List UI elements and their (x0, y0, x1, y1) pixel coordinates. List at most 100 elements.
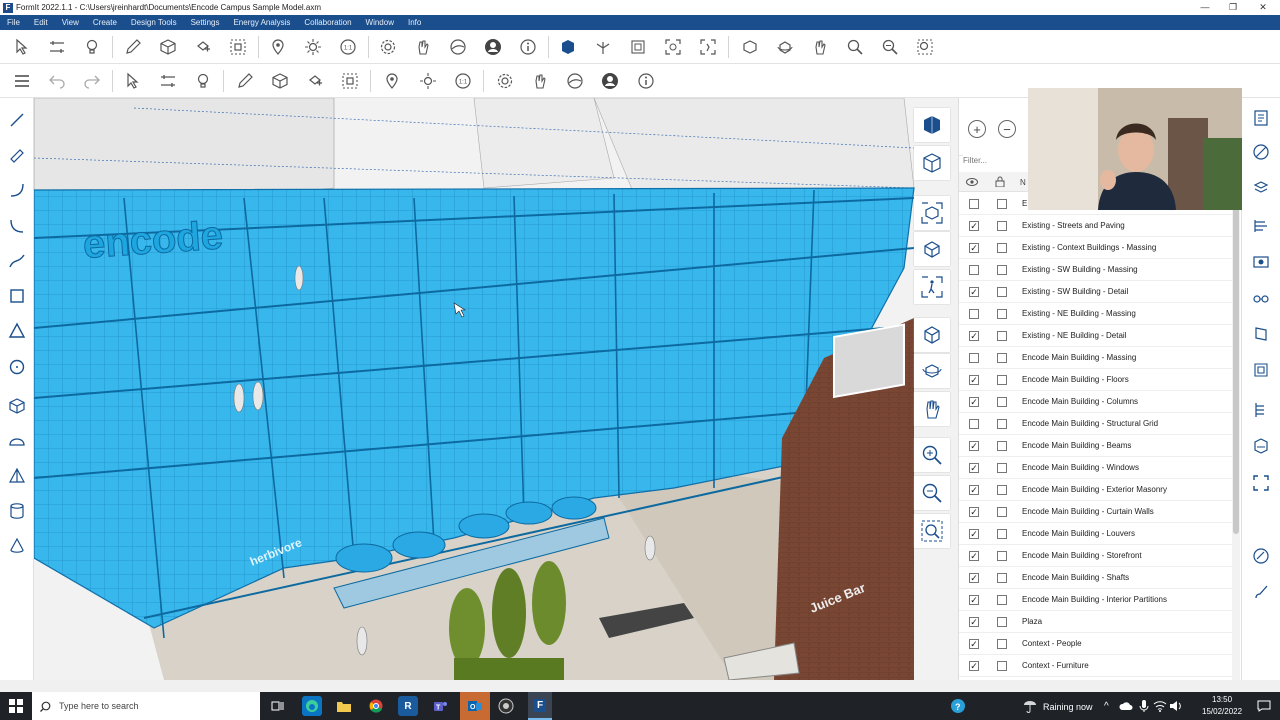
analysis-panel-icon[interactable] (1251, 436, 1271, 456)
scale-icon[interactable]: 1:1 (453, 72, 473, 90)
layer-row[interactable]: ✓ Existing - Streets and Paving (959, 215, 1232, 237)
spline-tool-icon[interactable] (7, 251, 27, 271)
layer-visibility-checkbox[interactable]: ✓ (969, 375, 979, 385)
user-account-icon[interactable] (600, 72, 620, 90)
layer-row[interactable]: ✓ Encode Main Building - Shafts (959, 567, 1232, 589)
scale-icon[interactable]: 1:1 (338, 38, 358, 56)
zoom-icon[interactable] (845, 38, 865, 56)
layer-visibility-checkbox[interactable]: ✓ (969, 617, 979, 627)
layer-visibility-checkbox[interactable]: ✓ (969, 441, 979, 451)
cube-primitive-icon[interactable] (7, 396, 27, 416)
properties-panel-icon[interactable] (1251, 108, 1271, 128)
view-explode-icon[interactable] (593, 38, 613, 56)
zoom-icon[interactable] (914, 438, 950, 472)
redo-icon[interactable] (82, 72, 102, 90)
perspective-cube-icon[interactable] (914, 108, 950, 142)
close-button[interactable]: ✕ (1248, 0, 1278, 15)
layer-row[interactable]: ✓ Encode Main Building - Curtain Walls (959, 501, 1232, 523)
add-layer-button[interactable]: + (968, 120, 986, 138)
layer-row[interactable]: ✓ Encode Main Building - Exterior Masonry (959, 479, 1232, 501)
edge-browser-icon[interactable] (302, 696, 322, 716)
sketch-view-icon[interactable] (914, 146, 950, 180)
scenes-panel-icon[interactable] (1251, 252, 1271, 272)
menu-file[interactable]: File (0, 18, 27, 27)
clock-date[interactable]: 15/02/2022 (1202, 707, 1242, 716)
user-account-icon[interactable] (483, 38, 503, 56)
settings-gear-icon[interactable] (495, 72, 515, 90)
layer-lock-checkbox[interactable] (997, 353, 1007, 363)
layer-lock-checkbox[interactable] (997, 617, 1007, 627)
menu-edit[interactable]: Edit (27, 18, 55, 27)
layer-visibility-checkbox[interactable] (969, 419, 979, 429)
draw-pencil-icon[interactable] (123, 38, 143, 56)
restore-button[interactable]: ❐ (1218, 0, 1248, 15)
orbit-icon[interactable] (914, 354, 950, 388)
zoom-selected-icon[interactable] (914, 514, 950, 548)
materials-panel-icon[interactable] (1251, 142, 1271, 162)
layer-visibility-checkbox[interactable]: ✓ (969, 573, 979, 583)
scrollbar-thumb[interactable] (1233, 194, 1239, 534)
material-icon[interactable] (448, 38, 468, 56)
undo-icon[interactable] (47, 72, 67, 90)
fullscreen-icon[interactable] (1251, 473, 1271, 493)
align-tool-icon[interactable] (47, 38, 67, 56)
layer-visibility-checkbox[interactable]: ✓ (969, 529, 979, 539)
layer-lock-checkbox[interactable] (997, 287, 1007, 297)
layer-row[interactable]: Encode Main Building - Massing (959, 347, 1232, 369)
pan-hand-icon[interactable] (914, 392, 950, 426)
view-cube-icon[interactable] (558, 38, 578, 56)
layer-row[interactable]: ✓ Encode Main Building - Windows (959, 457, 1232, 479)
paint-brush-icon[interactable] (1251, 582, 1271, 602)
settings-gear-icon[interactable] (378, 38, 398, 56)
group-tool-icon[interactable] (340, 72, 360, 90)
layer-lock-checkbox[interactable] (997, 309, 1007, 319)
rectangle-tool-icon[interactable] (7, 286, 27, 306)
cube-tool-icon[interactable] (270, 72, 290, 90)
layer-row[interactable]: ✓ Existing - SW Building - Detail (959, 281, 1232, 303)
line-tool-icon[interactable] (7, 110, 27, 130)
layer-lock-checkbox[interactable] (997, 441, 1007, 451)
layer-visibility-checkbox[interactable]: ✓ (969, 331, 979, 341)
layer-visibility-checkbox[interactable]: ✓ (969, 639, 979, 649)
layer-row[interactable]: ✓ Context - Furniture (959, 655, 1232, 677)
layer-visibility-checkbox[interactable]: ✓ (969, 221, 979, 231)
menu-create[interactable]: Create (86, 18, 124, 27)
menu-collaboration[interactable]: Collaboration (297, 18, 358, 27)
plugins-panel-icon[interactable] (1251, 546, 1271, 566)
menu-view[interactable]: View (55, 18, 86, 27)
3d-viewport[interactable]: encode herbivore Juice Bar (34, 98, 958, 680)
layer-visibility-checkbox[interactable] (969, 353, 979, 363)
arc-tool-icon[interactable] (7, 180, 27, 200)
layer-visibility-checkbox[interactable]: ✓ (969, 551, 979, 561)
cube-tool-icon[interactable] (158, 38, 178, 56)
draw-pencil-icon[interactable] (235, 72, 255, 90)
layer-row[interactable]: ✓ Encode Main Building - Interior Partiti… (959, 589, 1232, 611)
obs-recorder-icon[interactable] (496, 696, 516, 716)
view-iso-icon[interactable] (628, 38, 648, 56)
select-tool-icon[interactable] (12, 38, 32, 56)
layers-scrollbar[interactable] (1232, 192, 1240, 680)
view-walk-icon[interactable] (698, 38, 718, 56)
remove-layer-button[interactable]: − (998, 120, 1016, 138)
orbit-cube-icon[interactable] (914, 318, 950, 352)
layer-lock-checkbox[interactable] (997, 375, 1007, 385)
layer-lock-checkbox[interactable] (997, 243, 1007, 253)
layer-visibility-checkbox[interactable]: ✓ (969, 463, 979, 473)
onedrive-cloud-icon[interactable] (1116, 696, 1136, 716)
layer-row[interactable]: Existing - NE Building - Massing (959, 303, 1232, 325)
info-icon[interactable] (518, 38, 538, 56)
layer-lock-checkbox[interactable] (997, 221, 1007, 231)
view-frame-icon[interactable] (663, 38, 683, 56)
cone-primitive-icon[interactable] (7, 536, 27, 556)
sun-icon[interactable] (418, 72, 438, 90)
pyramid-primitive-icon[interactable] (7, 466, 27, 486)
chrome-browser-icon[interactable] (366, 696, 386, 716)
layer-row[interactable]: ✓ Encode Main Building - Floors (959, 369, 1232, 391)
layer-visibility-checkbox[interactable] (969, 199, 979, 209)
cylinder-primitive-icon[interactable] (7, 501, 27, 521)
clock-time[interactable]: 13:50 (1212, 695, 1232, 704)
teams-app-icon[interactable]: T (430, 696, 450, 716)
material-icon[interactable] (565, 72, 585, 90)
zoom-selected-icon[interactable] (915, 38, 935, 56)
dome-primitive-icon[interactable] (7, 431, 27, 451)
